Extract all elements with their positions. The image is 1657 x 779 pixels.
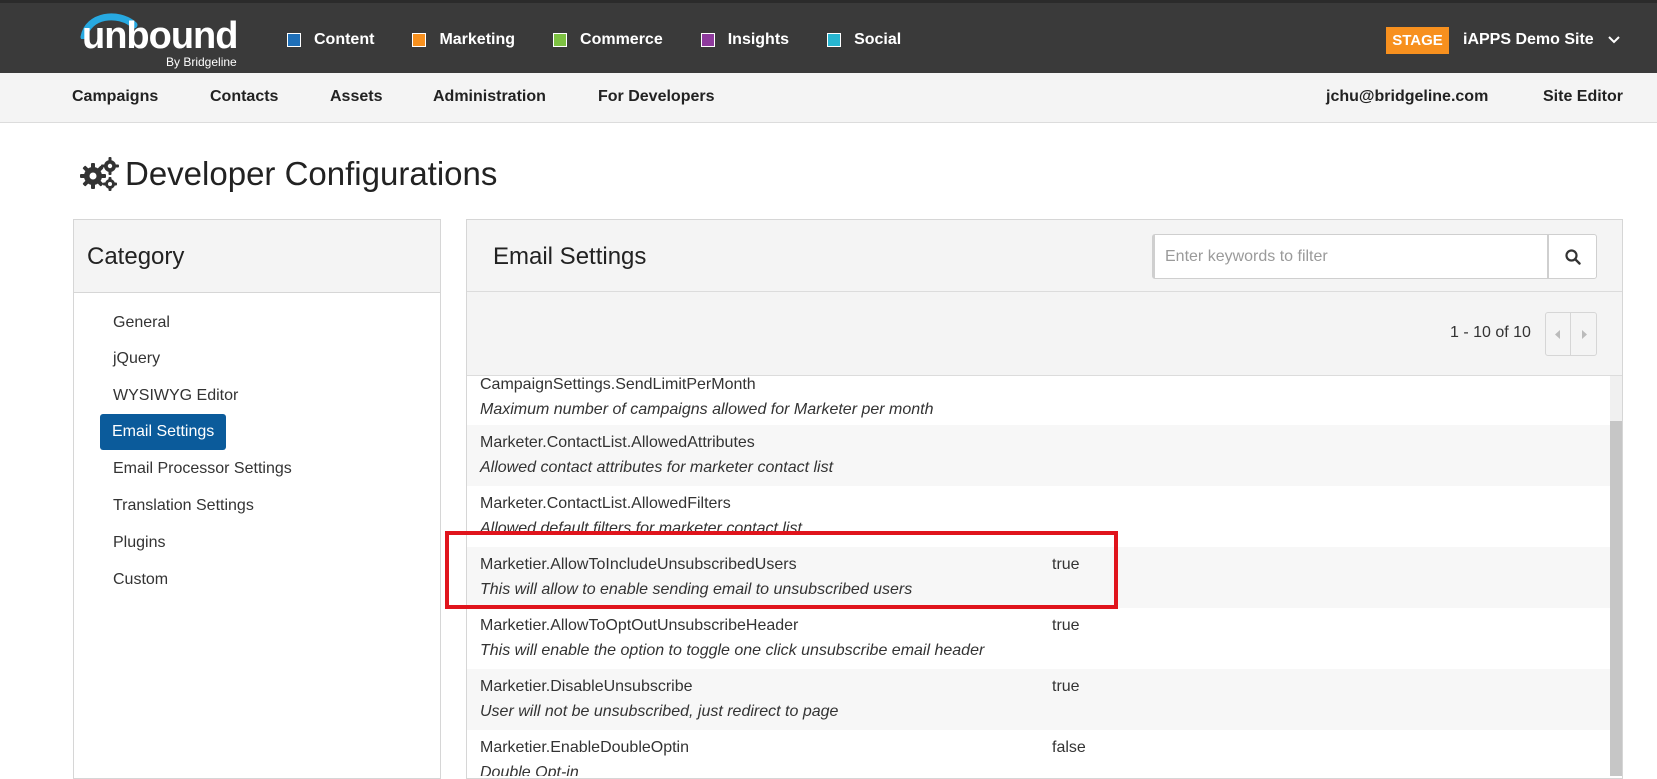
app-nav-label: Marketing bbox=[439, 31, 516, 48]
category-custom[interactable]: Custom bbox=[101, 562, 180, 598]
unbound-logo[interactable]: unbound By Bridgeline bbox=[78, 9, 253, 71]
category-panel: Category General jQuery WYSIWYG Editor E… bbox=[73, 219, 441, 779]
setting-key: CampaignSettings.SendLimitPerMonth bbox=[480, 376, 756, 393]
settings-title: Email Settings bbox=[493, 243, 647, 270]
setting-key: Marketer.ContactList.AllowedFilters bbox=[480, 495, 731, 512]
app-nav-content[interactable]: Content bbox=[287, 31, 374, 49]
caret-left-icon bbox=[1555, 329, 1560, 339]
pager-count: 1 - 10 of 10 bbox=[1450, 324, 1531, 341]
insights-square-icon bbox=[700, 33, 715, 47]
category-translation-settings[interactable]: Translation Settings bbox=[101, 488, 266, 524]
setting-value: true bbox=[1052, 678, 1080, 695]
content-square-icon bbox=[287, 33, 301, 47]
next-page-button[interactable] bbox=[1571, 313, 1596, 355]
search-icon bbox=[1564, 248, 1581, 265]
app-nav-label: Commerce bbox=[580, 31, 663, 48]
site-selector[interactable]: iAPPS Demo Site bbox=[1463, 31, 1594, 49]
app-nav-marketing[interactable]: Marketing bbox=[412, 31, 515, 49]
nav-contacts[interactable]: Contacts bbox=[210, 88, 278, 106]
setting-description: User will not be unsubscribed, just redi… bbox=[480, 703, 839, 720]
nav-assets[interactable]: Assets bbox=[330, 88, 382, 106]
marketing-square-icon bbox=[412, 33, 427, 47]
setting-key: Marketier.EnableDoubleOptin bbox=[480, 739, 690, 756]
secondary-nav: Campaigns Contacts Assets Administration… bbox=[0, 73, 1657, 123]
app-nav-label: Content bbox=[314, 31, 375, 48]
page-title: Developer Configurations bbox=[125, 155, 498, 192]
category-heading: Category bbox=[74, 220, 440, 293]
category-email-processor-settings[interactable]: Email Processor Settings bbox=[101, 451, 304, 487]
setting-row[interactable]: Marketer.ContactList.AllowedAttributes A… bbox=[467, 425, 1610, 486]
setting-value: false bbox=[1052, 739, 1086, 756]
top-bar: unbound By Bridgeline Content Marketing … bbox=[0, 0, 1657, 73]
commerce-square-icon bbox=[553, 33, 568, 47]
gears-icon bbox=[80, 157, 119, 191]
filter-search-input[interactable] bbox=[1152, 234, 1548, 279]
pager-buttons bbox=[1545, 312, 1597, 356]
nav-for-developers[interactable]: For Developers bbox=[598, 88, 714, 106]
setting-description: Allowed contact attributes for marketer … bbox=[480, 459, 834, 476]
social-square-icon bbox=[827, 33, 842, 47]
site-editor-link[interactable]: Site Editor bbox=[1543, 88, 1623, 106]
app-nav-social[interactable]: Social bbox=[827, 31, 901, 49]
chevron-down-icon[interactable] bbox=[1608, 33, 1620, 47]
logo-word: unbound bbox=[82, 15, 238, 57]
category-wysiwyg-editor[interactable]: WYSIWYG Editor bbox=[101, 378, 250, 414]
nav-administration[interactable]: Administration bbox=[433, 88, 546, 106]
settings-panel: Email Settings 1 - 10 of 10 CampaignSett… bbox=[466, 219, 1623, 779]
category-email-settings[interactable]: Email Settings bbox=[100, 414, 227, 450]
app-nav-commerce[interactable]: Commerce bbox=[553, 31, 663, 49]
nav-campaigns[interactable]: Campaigns bbox=[72, 88, 158, 106]
setting-key: Marketier.AllowToOptOutUnsubscribeHeader bbox=[480, 617, 799, 634]
highlight-annotation-box bbox=[445, 531, 1118, 609]
category-general[interactable]: General bbox=[101, 305, 182, 341]
app-nav-label: Insights bbox=[727, 31, 790, 48]
category-plugins[interactable]: Plugins bbox=[101, 525, 177, 561]
setting-description: This will enable the option to toggle on… bbox=[480, 642, 985, 659]
page-header: Developer Configurations bbox=[79, 155, 497, 193]
app-nav-label: Social bbox=[854, 31, 902, 48]
app-nav: Content Marketing Commerce Insights Soci… bbox=[287, 29, 939, 51]
stage-badge: STAGE bbox=[1386, 27, 1449, 54]
setting-description: Double Opt-in bbox=[480, 764, 579, 776]
category-jquery[interactable]: jQuery bbox=[101, 341, 172, 377]
caret-right-icon bbox=[1581, 329, 1587, 339]
setting-value: true bbox=[1052, 617, 1080, 634]
pager-bar: 1 - 10 of 10 bbox=[467, 292, 1622, 376]
previous-page-button[interactable] bbox=[1546, 313, 1571, 355]
setting-row[interactable]: Marketier.EnableDoubleOptin Double Opt-i… bbox=[467, 730, 1610, 776]
app-nav-insights[interactable]: Insights bbox=[700, 31, 790, 49]
setting-key: Marketer.ContactList.AllowedAttributes bbox=[480, 434, 755, 451]
setting-row[interactable]: Marketier.AllowToOptOutUnsubscribeHeader… bbox=[467, 608, 1610, 669]
settings-header: Email Settings bbox=[467, 220, 1622, 292]
setting-row[interactable]: Marketier.DisableUnsubscribe User will n… bbox=[467, 669, 1610, 730]
user-email-menu[interactable]: jchu@bridgeline.com bbox=[1326, 88, 1488, 106]
scrollbar-thumb[interactable] bbox=[1610, 421, 1622, 776]
logo-subtitle: By Bridgeline bbox=[166, 55, 237, 69]
setting-key: Marketier.DisableUnsubscribe bbox=[480, 678, 693, 695]
setting-description: Maximum number of campaigns allowed for … bbox=[480, 401, 934, 418]
search-button[interactable] bbox=[1548, 234, 1597, 279]
